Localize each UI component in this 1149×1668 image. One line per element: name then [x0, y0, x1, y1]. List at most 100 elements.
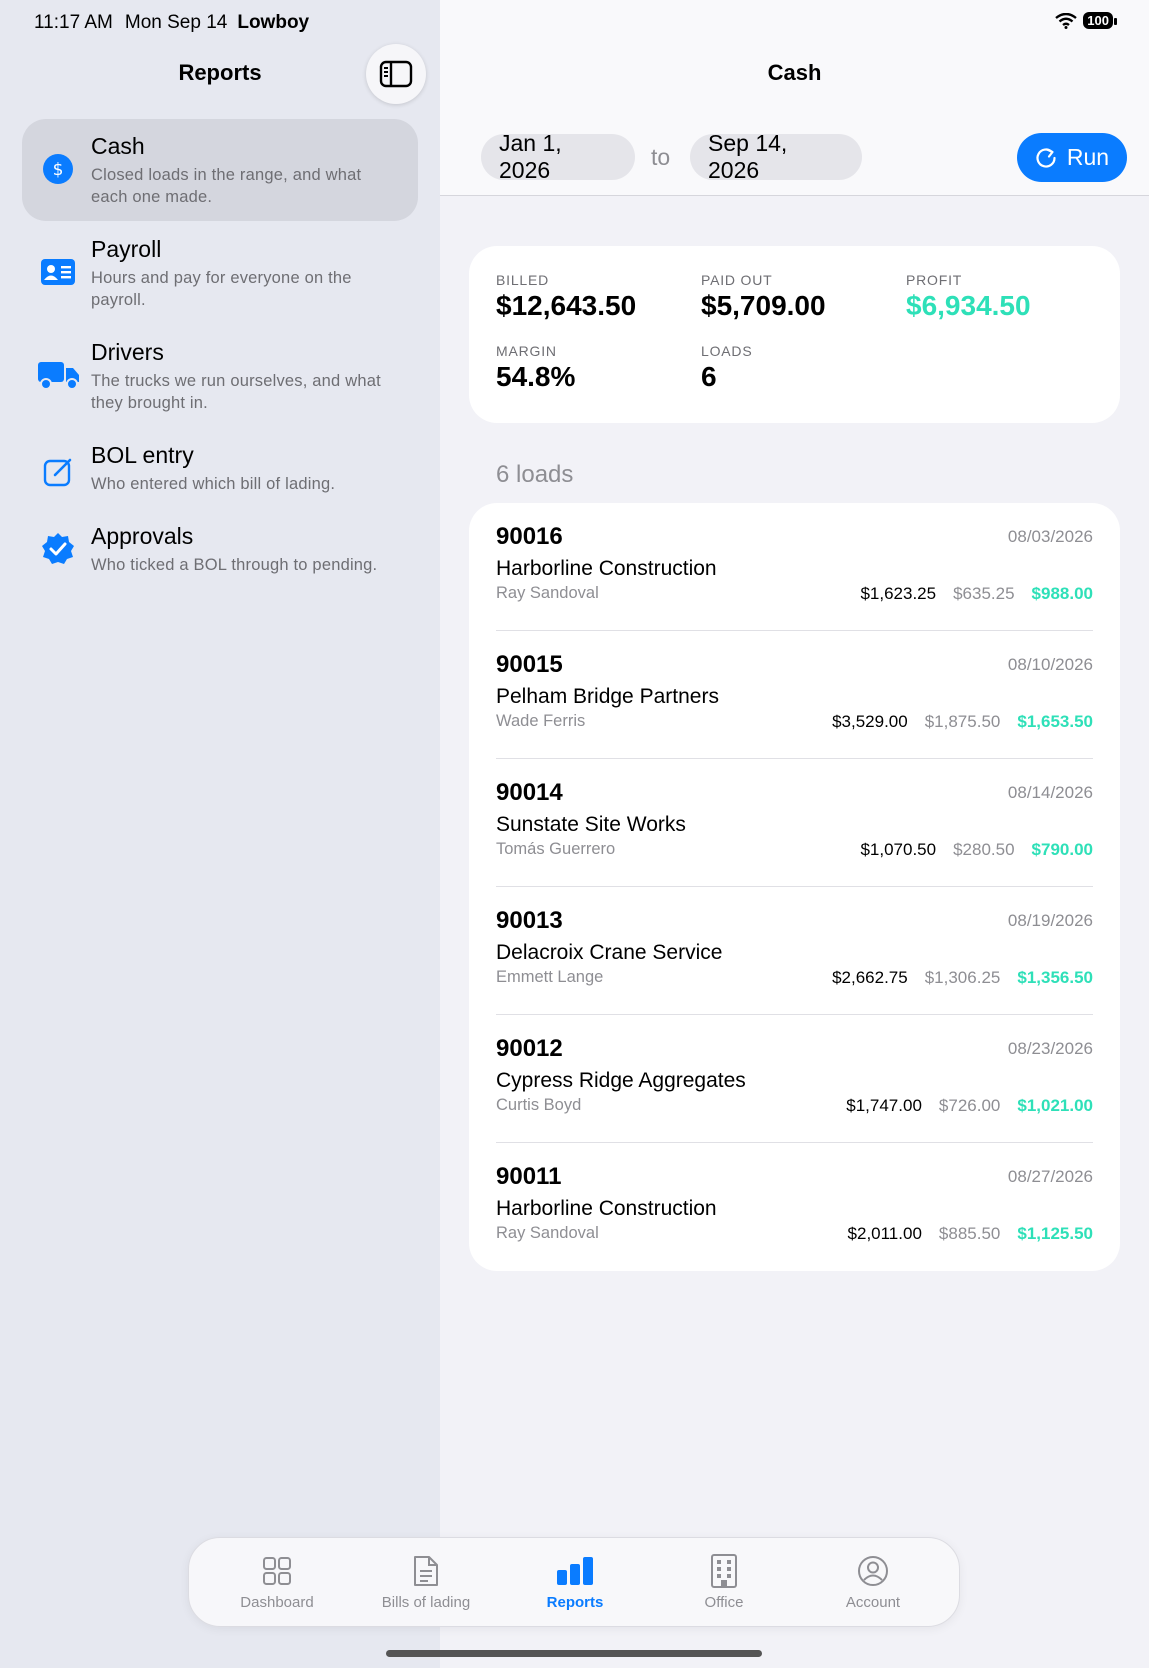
load-date: 08/14/2026	[1007, 783, 1093, 802]
tab-label: Reports	[546, 1594, 604, 1611]
load-row[interactable]: 90013 08/19/2026 Delacroix Crane Service…	[496, 887, 1093, 1015]
load-profit: $1,021.00	[1017, 1096, 1093, 1115]
sidebar: 11:17 AM Mon Sep 14 Lowboy Reports $ Cash …	[0, 0, 440, 1668]
load-billed: $3,529.00	[832, 712, 908, 731]
billed-value: $12,643.50	[496, 290, 637, 321]
tab-dashboard[interactable]: Dashboard	[207, 1552, 347, 1611]
margin-label: MARGIN	[496, 343, 557, 359]
refresh-icon	[1036, 147, 1056, 168]
load-profit: $1,125.50	[1017, 1224, 1093, 1243]
load-amounts: $2,662.75 $1,306.25 $1,356.50	[832, 968, 1093, 988]
load-id: 90014	[496, 779, 563, 806]
person-card-icon	[40, 254, 76, 290]
status-time: 11:17 AM	[34, 12, 113, 33]
load-date: 08/10/2026	[1007, 655, 1093, 674]
loads-heading: 6 loads	[496, 461, 574, 488]
load-paid: $280.50	[953, 840, 1015, 859]
sidebar-item-desc: Who entered which bill of lading.	[91, 475, 336, 493]
load-billed: $2,662.75	[832, 968, 908, 987]
sidebar-item-payroll[interactable]: Payroll Hours and pay for everyone on th…	[22, 222, 418, 324]
load-paid: $885.50	[938, 1224, 1001, 1243]
main-header: 100 Cash Jan 1, 2026 to Sep 14, 2026 Run	[440, 0, 1149, 196]
load-customer: Harborline Construction	[496, 557, 717, 580]
status-device-name: Lowboy	[237, 12, 310, 33]
to-label: to	[651, 144, 671, 170]
load-customer: Cypress Ridge Aggregates	[496, 1069, 746, 1092]
load-driver: Tomás Guerrero	[496, 840, 616, 858]
load-id: 90016	[496, 523, 563, 550]
tab-bills-of-lading[interactable]: Bills of lading	[356, 1552, 496, 1611]
load-billed: $1,070.50	[860, 840, 937, 859]
load-amounts: $2,011.00 $885.50 $1,125.50	[848, 1224, 1093, 1244]
load-customer: Delacroix Crane Service	[496, 941, 723, 964]
main-pane: 100 Cash Jan 1, 2026 to Sep 14, 2026 Run…	[440, 0, 1149, 1668]
load-customer: Pelham Bridge Partners	[496, 685, 719, 708]
bar-chart-icon	[557, 1557, 593, 1585]
load-row[interactable]: 90014 08/14/2026 Sunstate Site Works Tom…	[496, 759, 1093, 887]
tab-account[interactable]: Account	[803, 1552, 943, 1611]
load-id: 90015	[496, 651, 563, 678]
page-title: Cash	[767, 60, 822, 85]
load-date: 08/03/2026	[1007, 527, 1093, 546]
load-driver: Emmett Lange	[496, 968, 604, 986]
load-customer: Harborline Construction	[496, 1197, 717, 1220]
grid-icon	[263, 1557, 291, 1585]
load-billed: $2,011.00	[847, 1224, 922, 1243]
load-billed: $1,747.00	[846, 1096, 922, 1115]
load-billed: $1,623.25	[860, 584, 937, 603]
status-date: Mon Sep 14	[124, 12, 228, 33]
sidebar-item-desc: Who ticked a BOL through to pending.	[91, 556, 378, 574]
home-indicator[interactable]	[386, 1650, 762, 1657]
sidebar-item-approvals[interactable]: Approvals Who ticked a BOL through to pe…	[22, 509, 418, 611]
load-date: 08/27/2026	[1007, 1167, 1093, 1186]
sidebar-item-drivers[interactable]: Drivers The trucks we run ourselves, and…	[22, 325, 418, 427]
load-row[interactable]: 90011 08/27/2026 Harborline Construction…	[496, 1143, 1093, 1271]
run-button-label: Run	[1066, 144, 1110, 170]
load-driver: Ray Sandoval	[496, 584, 599, 602]
status-bar-left: 11:17 AM Mon Sep 14 Lowboy	[34, 12, 309, 34]
tab-label: Account	[845, 1594, 901, 1611]
load-row[interactable]: 90012 08/23/2026 Cypress Ridge Aggregate…	[496, 1015, 1093, 1143]
load-amounts: $1,070.50 $280.50 $790.00	[860, 840, 1093, 860]
svg-text:$: $	[53, 160, 64, 180]
wifi-icon	[1055, 12, 1078, 29]
load-profit: $1,653.50	[1017, 712, 1093, 731]
paid-out-value: $5,709.00	[701, 290, 826, 321]
sidebar-item-desc: Closed loads in the range, and what each…	[91, 166, 362, 206]
load-amounts: $3,529.00 $1,875.50 $1,653.50	[832, 712, 1093, 732]
truck-icon	[36, 357, 82, 393]
load-driver: Ray Sandoval	[496, 1224, 599, 1242]
loads-value: 6	[701, 361, 717, 392]
load-row[interactable]: 90015 08/10/2026 Pelham Bridge Partners …	[496, 631, 1093, 759]
loads-list: 90016 08/03/2026 Harborline Construction…	[469, 503, 1120, 1271]
load-profit: $1,356.50	[1017, 968, 1093, 987]
load-amounts: $1,623.25 $635.25 $988.00	[860, 584, 1093, 604]
sidebar-item-cash[interactable]: $ Cash Closed loads in the range, and wh…	[22, 119, 418, 221]
pencil-square-icon	[40, 454, 76, 490]
profit-value: $6,934.50	[906, 290, 1031, 321]
load-profit: $790.00	[1031, 840, 1093, 859]
tab-reports[interactable]: Reports	[505, 1552, 645, 1611]
sidebar-item-desc: Hours and pay for everyone on the payrol…	[91, 269, 352, 309]
run-button[interactable]: Run	[1017, 133, 1127, 182]
to-date-picker[interactable]: Sep 14, 2026	[690, 130, 862, 183]
from-date-picker[interactable]: Jan 1, 2026	[481, 130, 635, 183]
load-id: 90011	[496, 1163, 562, 1190]
load-driver: Curtis Boyd	[496, 1096, 582, 1114]
tab-label: Office	[704, 1594, 744, 1611]
sidebar-item-label: BOL entry	[91, 442, 194, 468]
battery-indicator: 100	[1083, 12, 1117, 29]
billed-label: BILLED	[496, 272, 550, 288]
sidebar-toggle-button[interactable]	[366, 44, 426, 104]
tab-bar: Dashboard Bills of lading Reports Office…	[188, 1537, 960, 1627]
paid-out-label: PAID OUT	[701, 272, 773, 288]
summary-card: BILLED $12,643.50 PAID OUT $5,709.00 PRO…	[469, 246, 1120, 423]
load-paid: $635.25	[953, 584, 1015, 603]
load-paid: $1,306.25	[924, 968, 1001, 987]
load-date: 08/19/2026	[1007, 911, 1093, 930]
tab-office[interactable]: Office	[654, 1552, 794, 1611]
load-row[interactable]: 90016 08/03/2026 Harborline Construction…	[496, 503, 1093, 631]
building-icon	[711, 1554, 737, 1588]
dollar-circle-icon: $	[40, 151, 76, 187]
load-profit: $988.00	[1031, 584, 1093, 603]
